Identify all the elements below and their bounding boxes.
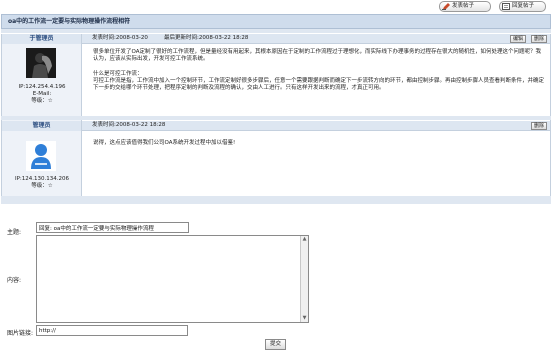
post-meta-bar: 发表时间:2008-03-22 18:28 删除 <box>82 121 550 131</box>
post-item: 于管理员 IP:124.254.4.196 E-Mail: 等级：☆ 发表时间:… <box>1 34 551 124</box>
divider <box>1 29 551 33</box>
new-post-button[interactable]: 发表帖子 <box>439 1 491 12</box>
image-link-input[interactable] <box>36 325 188 336</box>
scroll-down-icon[interactable]: ▼ <box>302 316 307 321</box>
reply-form: 主题: 内容: ▲ ▼ 图片链接: 提交 <box>1 205 551 357</box>
image-link-label: 图片链接: <box>7 330 34 337</box>
post-item: 管理员 IP:124.130.134.206 等级：☆ 发表时间:2008-03… <box>1 121 551 196</box>
author-panel: 于管理员 IP:124.254.4.196 E-Mail: 等级：☆ <box>2 34 82 124</box>
post-time: 发表时间:2008-03-22 18:28 <box>92 122 166 128</box>
subject-label: 主题: <box>7 229 22 236</box>
author-panel: 管理员 IP:124.130.134.206 等级：☆ <box>2 121 82 196</box>
delete-button[interactable]: 删除 <box>530 35 547 43</box>
reply-button[interactable]: 回复帖子 <box>499 1 546 12</box>
avatar-icon <box>26 141 56 171</box>
scroll-up-icon[interactable]: ▲ <box>302 237 307 242</box>
avatar <box>26 48 56 78</box>
content-label: 内容: <box>7 277 22 284</box>
author-meta: IP:124.130.134.206 等级：☆ <box>2 176 82 190</box>
author-meta: IP:124.254.4.196 E-Mail: 等级：☆ <box>2 84 82 105</box>
top-toolbar: 发表帖子 回复帖子 <box>0 0 553 14</box>
author-ip: IP:124.130.134.206 <box>14 176 70 182</box>
edit-button[interactable]: 编辑 <box>509 35 526 43</box>
author-email[interactable]: E-Mail: <box>2 91 82 98</box>
author-name[interactable]: 于管理员 <box>2 34 81 44</box>
submit-button[interactable]: 提交 <box>265 339 286 350</box>
author-name[interactable]: 管理员 <box>2 121 81 131</box>
post-time: 发表时间:2008-03-20 <box>92 35 148 41</box>
post-content: 说得，这点应该值得我们公司OA系统开发过程中加以借鉴! <box>93 140 236 146</box>
reply-label: 回复帖子 <box>512 3 535 9</box>
content-textarea[interactable]: ▲ ▼ <box>36 235 309 323</box>
author-ip: IP:124.254.4.196 <box>18 84 66 90</box>
post-updated-time: 最后更新时间:2008-03-22 18:28 <box>164 35 249 41</box>
thread-title: oa中的工作流一定要与实际物理操作流程相符 <box>1 14 551 29</box>
divider <box>1 196 551 204</box>
textarea-scrollbar[interactable]: ▲ ▼ <box>300 236 308 322</box>
post-meta-bar: 发表时间:2008-03-20 最后更新时间:2008-03-22 18:28 … <box>82 34 550 44</box>
author-level: 等级：☆ <box>31 183 53 189</box>
post-content: 很多单位开发了OA定制了很好的工作流程，但是量经没有用起来，其根本原因在于定制的… <box>93 49 545 92</box>
subject-input[interactable] <box>36 222 189 233</box>
new-post-icon <box>442 3 450 10</box>
reply-icon <box>502 3 510 10</box>
delete-button[interactable]: 删除 <box>530 122 547 130</box>
author-level: 等级：☆ <box>31 98 53 104</box>
new-post-label: 发表帖子 <box>452 3 475 9</box>
divider <box>1 116 551 120</box>
